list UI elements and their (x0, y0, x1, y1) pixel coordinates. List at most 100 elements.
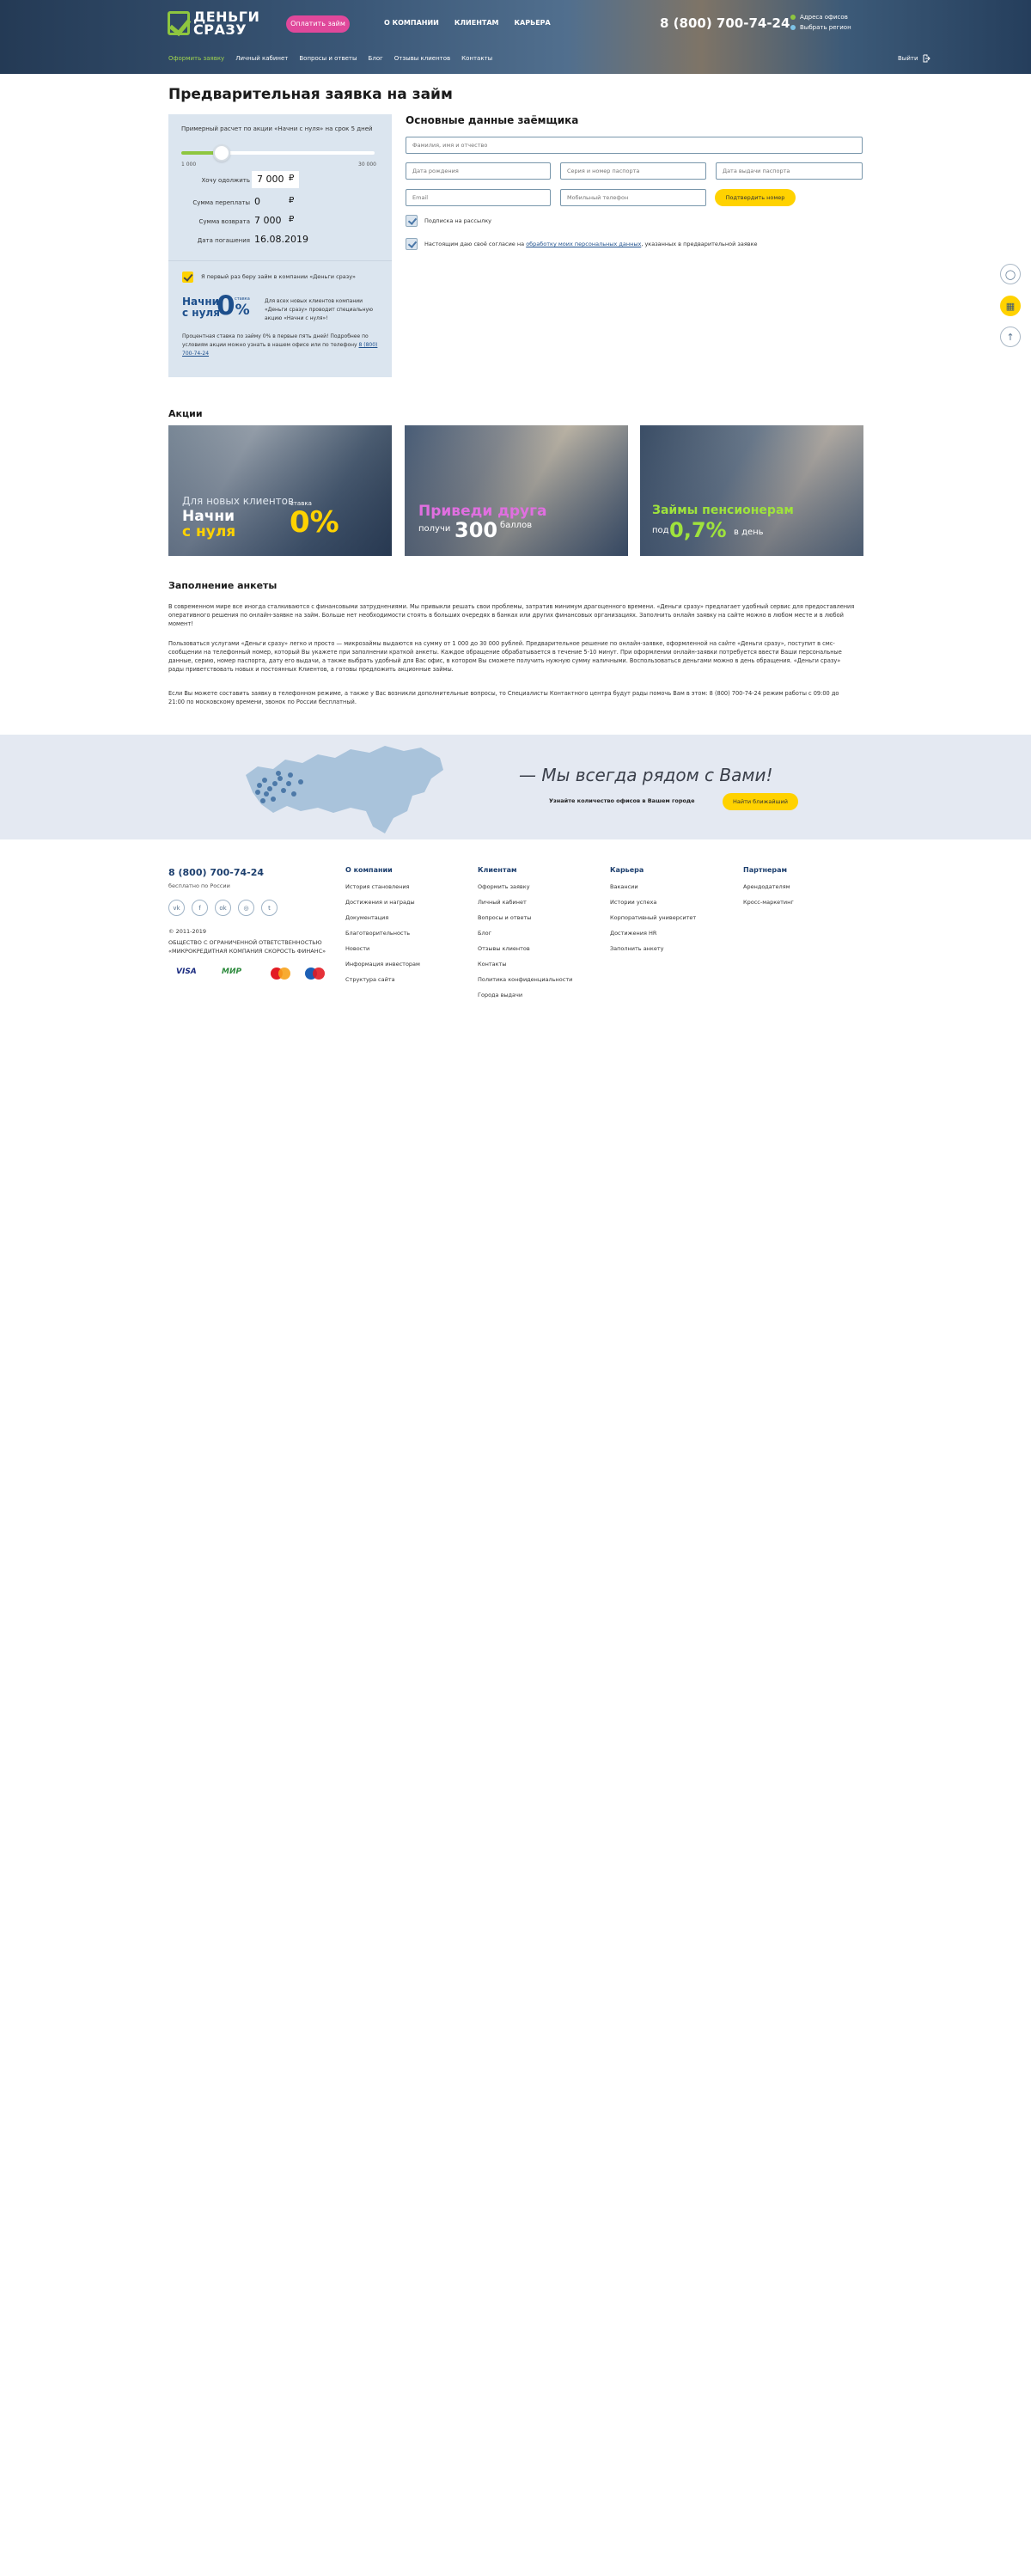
footer-link[interactable]: Новости (345, 945, 420, 952)
footer-link[interactable]: Благотворительность (345, 930, 420, 937)
confirm-phone-button[interactable]: Подтвердить номер (715, 189, 796, 206)
promo-note: Процентная ставка по займу 0% в первые п… (182, 333, 381, 358)
calc-label-amount: Хочу одолжить (201, 177, 250, 184)
footer-link[interactable]: Вакансии (610, 883, 696, 890)
logo[interactable]: ДЕНЬГИ СРАЗУ (168, 9, 271, 38)
footer-link[interactable]: Истории успеха (610, 899, 696, 906)
first-time-label: Я первый раз беру займ в компании «Деньг… (201, 273, 357, 280)
mobile-input[interactable] (560, 189, 706, 206)
footer-link[interactable]: Вопросы и ответы (478, 914, 572, 921)
nav-clients[interactable]: КЛИЕНТАМ (454, 19, 499, 27)
side-calculator-button[interactable]: ▦ (1000, 296, 1021, 316)
banner1-big: 0% (290, 505, 339, 540)
promo-note-text: Процентная ставка по займу 0% в первые п… (182, 333, 369, 348)
calc-currency-overpay: ₽ (289, 196, 295, 205)
russia-map[interactable] (241, 741, 447, 839)
logout-label: Выйти (898, 55, 918, 62)
top-nav: О КОМПАНИИ КЛИЕНТАМ КАРЬЕРА (384, 19, 551, 27)
scroll-top-button[interactable]: ↑ (1000, 327, 1021, 347)
subscribe-checkbox[interactable] (406, 215, 418, 227)
questionnaire-p2: Пользоваться услугами «Деньги сразу» лег… (168, 640, 842, 673)
subnav-contacts[interactable]: Контакты (461, 55, 492, 62)
offices-link[interactable]: Адреса офисов (790, 14, 851, 21)
footer-link[interactable]: Отзывы клиентов (478, 945, 572, 952)
calculator-icon: ▦ (1005, 300, 1016, 312)
promo-banner-pensioners[interactable]: Займы пенсионерам под 0,7% в день (640, 425, 863, 556)
footer-link[interactable]: Корпоративный университет (610, 914, 696, 921)
sub-nav: Оформить заявку Личный кабинет Вопросы и… (168, 55, 492, 62)
twitter-icon[interactable]: t (261, 900, 278, 916)
ok-icon[interactable]: ok (215, 900, 231, 916)
banner1-small: ставка (290, 500, 312, 507)
region-link[interactable]: Выбрать регион (790, 24, 851, 31)
form-title: Основные данные заёмщика (406, 114, 579, 126)
footer-link[interactable]: История становления (345, 883, 420, 890)
consent-checkbox[interactable] (406, 238, 418, 250)
amount-slider[interactable] (181, 144, 375, 162)
vk-icon[interactable]: vk (168, 900, 185, 916)
logout-button[interactable]: Выйти (898, 54, 930, 63)
footer-link[interactable]: Заполнить анкету (610, 945, 696, 952)
footer-link[interactable]: Личный кабинет (478, 899, 572, 906)
consent-prefix: Настоящим даю своё согласие на (424, 241, 525, 247)
calc-label-overpay: Сумма переплаты (192, 199, 250, 206)
issue-date-input[interactable] (716, 162, 863, 180)
facebook-icon[interactable]: f (192, 900, 208, 916)
promos-title: Акции (168, 408, 203, 419)
consent-link[interactable]: обработку моих персональных данных (526, 241, 641, 247)
slogan-text: Мы всегда рядом с Вами! (541, 765, 773, 785)
visa-logo: VISA (176, 968, 197, 976)
subnav-faq[interactable]: Вопросы и ответы (299, 55, 357, 62)
pay-loan-button[interactable]: Оплатить займ (286, 15, 350, 33)
location-pin-icon (790, 15, 796, 20)
nav-company[interactable]: О КОМПАНИИ (384, 19, 439, 27)
subnav-reviews[interactable]: Отзывы клиентов (394, 55, 450, 62)
logo-text: ДЕНЬГИ СРАЗУ (193, 9, 260, 38)
first-time-checkbox[interactable] (182, 272, 193, 283)
nav-career[interactable]: КАРЬЕРА (515, 19, 551, 27)
footer-link[interactable]: Документация (345, 914, 420, 921)
logout-icon (923, 54, 930, 63)
instagram-icon[interactable]: ◎ (238, 900, 254, 916)
footer-link[interactable]: Структура сайта (345, 976, 420, 983)
social-links: vk f ok ◎ t (168, 900, 278, 916)
footer-link[interactable]: Арендодателям (743, 883, 794, 890)
footer-phone[interactable]: 8 (800) 700-74-24 (168, 867, 264, 878)
promo-banner-refer-friend[interactable]: Приведи друга получи 300 баллов (405, 425, 628, 556)
promo-line2: с нуля (182, 307, 220, 319)
questionnaire-p1: В современном мире все иногда сталкивают… (168, 603, 855, 627)
email-input[interactable] (406, 189, 551, 206)
header-links: Адреса офисов Выбрать регион (790, 14, 851, 34)
footer-link[interactable]: Оформить заявку (478, 883, 572, 890)
header-phone[interactable]: 8 (800) 700-74-24 (660, 15, 790, 31)
slogan-sub: Узнайте количество офисов в Вашем городе (549, 797, 695, 804)
footer-link[interactable]: Информация инвесторам (345, 961, 420, 968)
promo-banner-new-clients[interactable]: Для новых клиентов Начни с нуля 0% ставк… (168, 425, 392, 556)
banner3-big: 0,7% (669, 518, 727, 542)
banner3-small: под (652, 526, 669, 535)
slider-min: 1 000 (181, 162, 197, 168)
calc-value-return: 7 000 (254, 215, 282, 226)
side-profile-button[interactable]: ◯ (1000, 264, 1021, 284)
footer-link[interactable]: Контакты (478, 961, 572, 968)
footer-link[interactable]: Достижения HR (610, 930, 696, 937)
passport-input[interactable] (560, 162, 706, 180)
footer-link[interactable]: Политика конфиденциальности (478, 976, 572, 983)
consent-label: Настоящим даю своё согласие на обработку… (424, 241, 758, 247)
footer-link[interactable]: Блог (478, 930, 572, 937)
find-nearest-button[interactable]: Найти ближайший (723, 793, 798, 810)
subnav-cabinet[interactable]: Личный кабинет (235, 55, 288, 62)
banner3-suffix: в день (734, 528, 764, 537)
footer-link[interactable]: Города выдачи (478, 992, 572, 998)
promo-small: ставка (235, 296, 250, 302)
slider-handle[interactable] (212, 144, 230, 162)
fio-input[interactable] (406, 137, 863, 154)
birthdate-input[interactable] (406, 162, 551, 180)
banner3-line1: Займы пенсионерам (652, 504, 794, 517)
banner2-big: 300 (454, 518, 498, 542)
footer-link[interactable]: Кросс-маркетинг (743, 899, 794, 906)
subnav-apply[interactable]: Оформить заявку (168, 55, 224, 62)
subnav-blog[interactable]: Блог (369, 55, 383, 62)
footer-link[interactable]: Достижения и награды (345, 899, 420, 906)
calc-divider (168, 260, 392, 261)
